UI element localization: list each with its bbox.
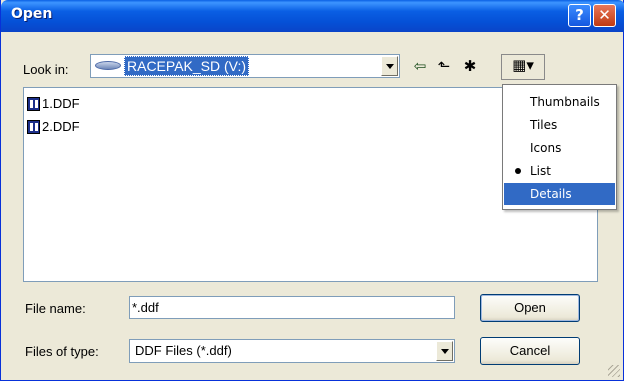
files-of-type-label: Files of type: [25,344,99,359]
file-name-label: 2.DDF [42,119,80,134]
up-folder-icon[interactable]: ⬑ [433,56,455,76]
title-bar[interactable]: Open ? ✕ [1,0,624,32]
menu-item-thumbnails[interactable]: Thumbnails [504,91,615,113]
look-in-combo[interactable]: RACEPAK_SD (V:) [90,54,400,78]
help-button[interactable]: ? [568,4,591,27]
ddf-file-icon [27,97,40,111]
menu-item-details[interactable]: Details [504,183,615,205]
resize-grip-icon[interactable] [608,365,620,377]
menu-item-list[interactable]: List [504,160,615,182]
views-dropdown-menu: Thumbnails Tiles Icons List Details [502,84,617,210]
menu-item-tiles[interactable]: Tiles [504,114,615,136]
list-item[interactable]: 1.DDF [27,95,80,113]
drive-icon [95,61,121,70]
views-menu-icon[interactable]: ▦▾ [501,54,545,80]
radio-bullet-icon [515,168,521,174]
file-name-label: 1.DDF [42,96,80,111]
open-button[interactable]: Open [480,294,580,322]
open-dialog: Open ? ✕ Look in: RACEPAK_SD (V:) ⇦ ⬑ ✱ … [0,0,624,381]
file-name-label: File name: [25,301,86,316]
file-name-input[interactable]: *.ddf [129,296,455,319]
look-in-dropdown-button[interactable] [381,56,398,76]
back-icon[interactable]: ⇦ [409,56,431,76]
cancel-button[interactable]: Cancel [480,337,580,365]
menu-item-label: List [530,164,551,178]
list-item[interactable]: 2.DDF [27,118,80,136]
files-of-type-value: DDF Files (*.ddf) [135,343,232,358]
files-of-type-combo[interactable]: DDF Files (*.ddf) [129,339,455,363]
close-button[interactable]: ✕ [593,4,616,27]
look-in-label: Look in: [23,62,69,77]
files-of-type-dropdown-button[interactable] [436,341,453,361]
ddf-file-icon [27,120,40,134]
new-folder-icon[interactable]: ✱ [459,56,481,76]
dialog-title: Open [11,6,53,22]
look-in-value: RACEPAK_SD (V:) [124,56,250,76]
menu-item-icons[interactable]: Icons [504,137,615,159]
